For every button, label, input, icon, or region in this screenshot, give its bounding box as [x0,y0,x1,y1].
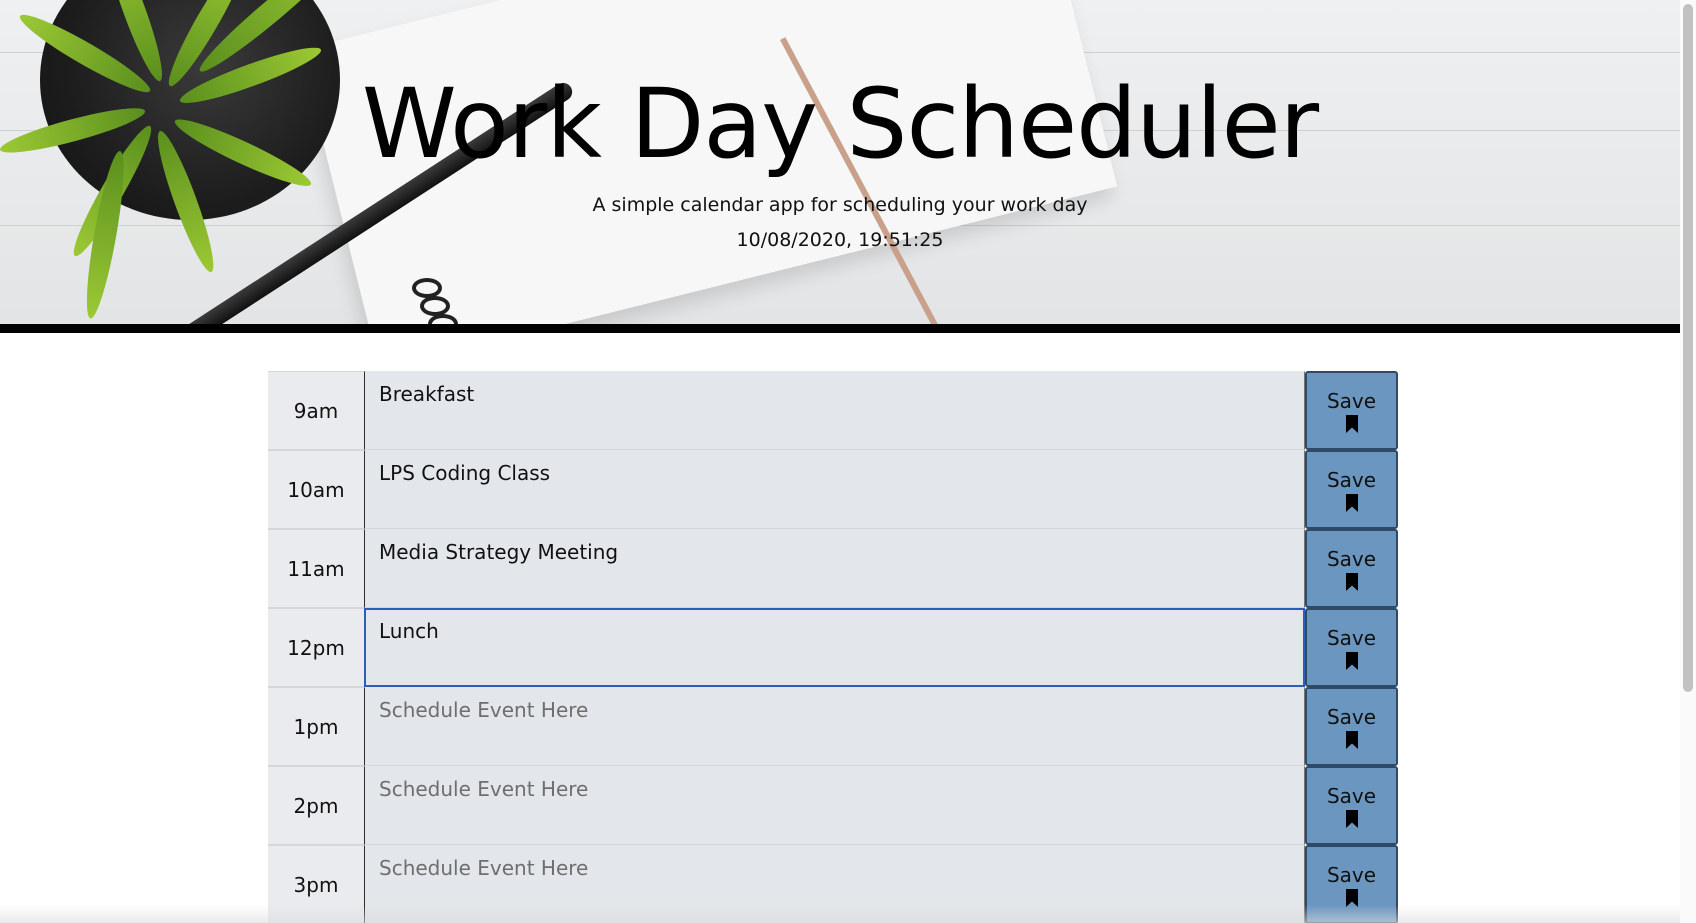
time-block-row: 1pm Save [268,687,1398,766]
save-button[interactable]: Save [1305,766,1398,845]
time-block-row: 12pm Lunch Save [268,608,1398,687]
event-input[interactable] [364,687,1305,766]
time-block-row: 10am LPS Coding Class Save [268,450,1398,529]
notebook-ring [428,314,458,324]
time-block-row: 2pm Save [268,766,1398,845]
vertical-scrollbar[interactable] [1680,0,1696,923]
hour-label: 10am [268,450,364,529]
notebook-ring [412,278,442,298]
hour-label: 11am [268,529,364,608]
save-button[interactable]: Save [1305,529,1398,608]
event-input[interactable]: Breakfast [364,371,1305,450]
save-button[interactable]: Save [1305,687,1398,766]
bookmark-icon [1345,730,1358,749]
app-window: Work Day Scheduler A simple calendar app… [0,0,1680,923]
notebook-ring [420,296,450,316]
event-input[interactable] [364,766,1305,845]
event-input[interactable]: Media Strategy Meeting [364,529,1305,608]
save-button-label: Save [1326,862,1377,887]
event-input-focused[interactable]: Lunch [364,608,1305,687]
hour-label: 2pm [268,766,364,845]
save-button-label: Save [1326,546,1377,571]
save-button[interactable]: Save [1305,450,1398,529]
page-subtitle: A simple calendar app for scheduling you… [592,194,1088,216]
hour-label: 12pm [268,608,364,687]
bookmark-icon [1345,809,1358,828]
bookmark-icon [1345,651,1358,670]
time-block-row: 9am Breakfast Save [268,371,1398,450]
time-block-row: 11am Media Strategy Meeting Save [268,529,1398,608]
save-button-label: Save [1326,625,1377,650]
save-button-label: Save [1326,388,1377,413]
event-input[interactable]: LPS Coding Class [364,450,1305,529]
save-button-label: Save [1326,467,1377,492]
bookmark-icon [1345,414,1358,433]
current-datetime: 10/08/2020, 19:51:25 [736,229,944,251]
save-button-label: Save [1326,783,1377,808]
hour-label: 1pm [268,687,364,766]
page-title: Work Day Scheduler [361,68,1319,180]
hero-header: Work Day Scheduler A simple calendar app… [0,0,1680,333]
save-button[interactable]: Save [1305,371,1398,450]
save-button-label: Save [1326,704,1377,729]
hour-label: 9am [268,371,364,450]
bookmark-icon [1345,493,1358,512]
scrollbar-thumb[interactable] [1683,4,1693,692]
bookmark-icon [1345,572,1358,591]
schedule-list: 9am Breakfast Save 10am LPS Coding Class… [268,371,1398,923]
save-button[interactable]: Save [1305,608,1398,687]
bottom-fade [0,905,1680,923]
bookmark-icon [1345,888,1358,907]
